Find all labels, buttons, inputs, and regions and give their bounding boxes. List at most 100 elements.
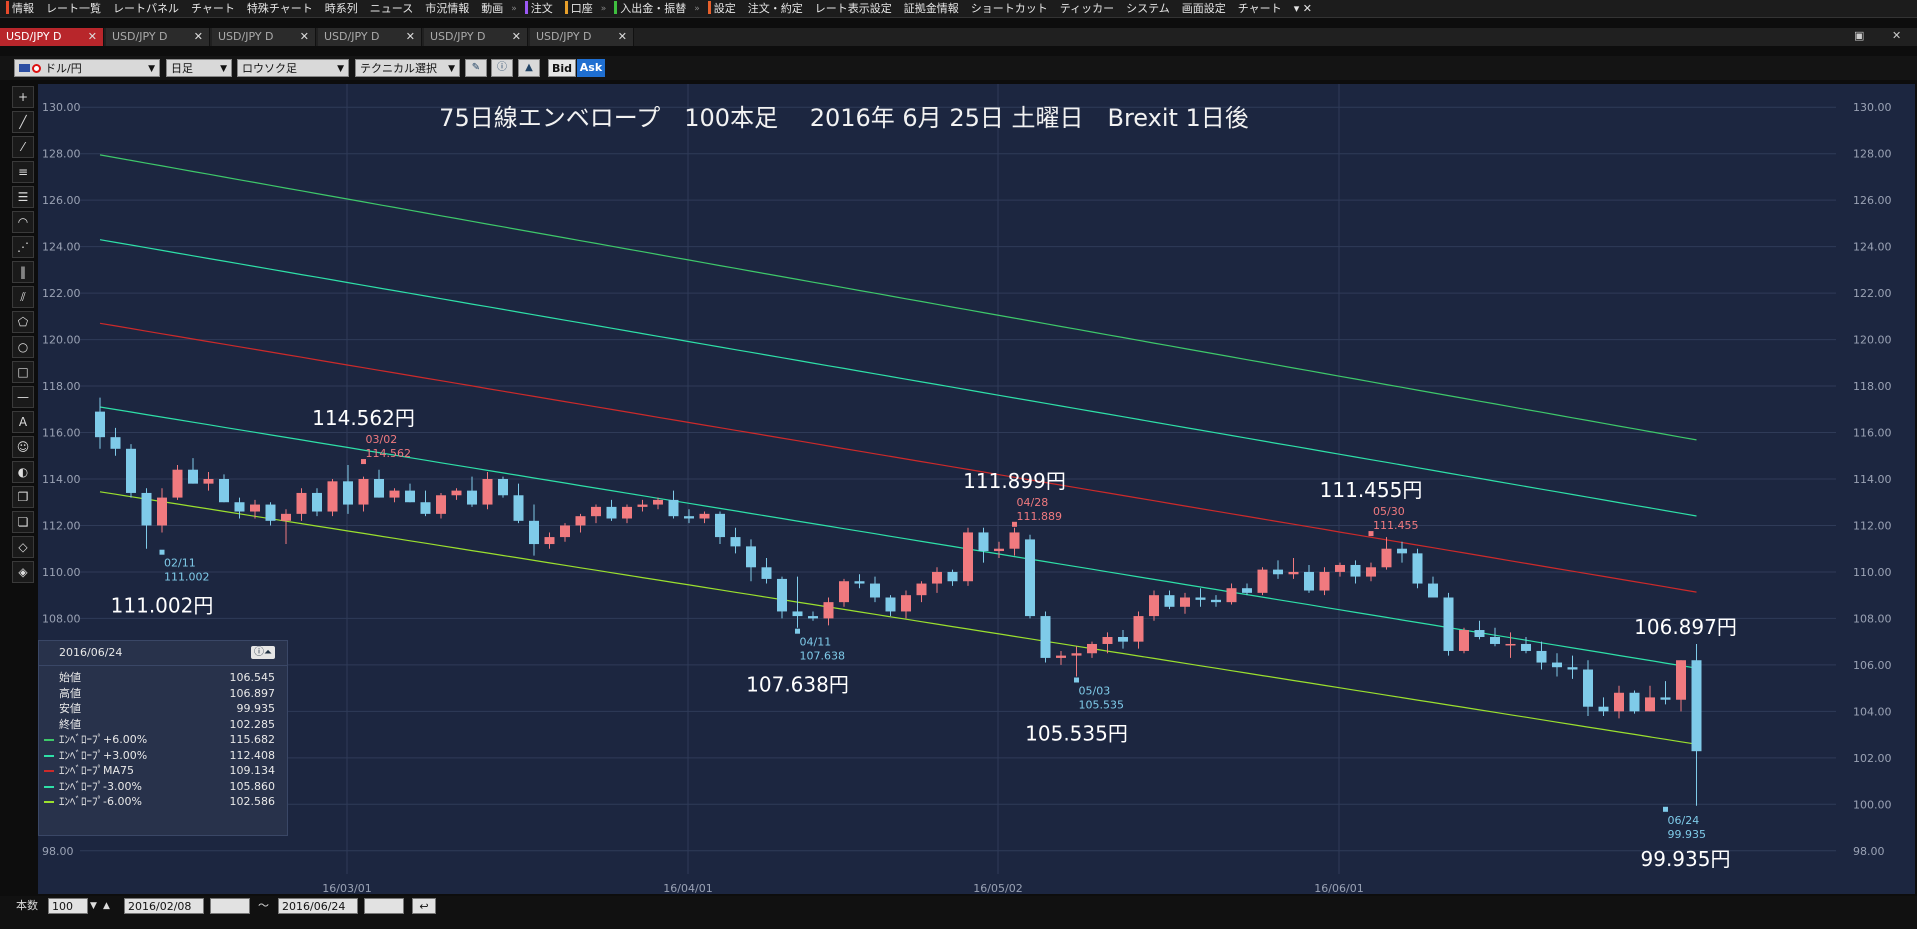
close-tab-icon[interactable]: ✕ [88, 28, 97, 46]
y-tick-label-left: 116.00 [42, 427, 81, 440]
menu-item[interactable]: 注文 [519, 0, 559, 17]
arc-icon[interactable]: ◠ [12, 211, 34, 233]
menu-item-label: 動画 [481, 2, 504, 15]
paste-icon[interactable]: ❏ [12, 511, 34, 533]
menu-item-label: 時系列 [324, 2, 358, 15]
from-date-input[interactable]: 2016/02/08 [124, 898, 204, 914]
menu-item[interactable]: チャート [185, 0, 241, 17]
menu-item[interactable]: 証拠金情報 [898, 0, 965, 17]
candle-body [157, 497, 167, 526]
candle-body [715, 513, 725, 538]
fibonacci-icon[interactable]: ☰ [12, 186, 34, 208]
rectangle-icon[interactable]: □ [12, 361, 34, 383]
menu-item[interactable]: レート表示設定 [809, 0, 898, 17]
close-window-icon[interactable]: ✕ [1892, 29, 1901, 42]
menu-item[interactable]: レート一覧 [40, 0, 107, 17]
chart-tab[interactable]: USD/JPY D ✕ [530, 28, 634, 46]
count-input[interactable]: 100 [48, 898, 88, 914]
menu-overflow-icon[interactable]: » [599, 4, 609, 14]
menu-extra-icon[interactable]: ▾ ✕ [1288, 0, 1318, 17]
symbol-select[interactable]: ドル/円 ▼ [14, 59, 160, 77]
menu-overflow-icon[interactable]: » [692, 4, 702, 14]
trend-line-icon[interactable]: ╱ [12, 111, 34, 133]
restore-window-icon[interactable]: ▣ [1854, 29, 1864, 42]
menu-item[interactable]: ニュース [364, 0, 419, 17]
chart-tab[interactable]: USD/JPY D ✕ [212, 28, 316, 46]
series-swatch [44, 739, 54, 741]
menu-item[interactable]: 動画 [475, 0, 509, 17]
menu-item[interactable]: レートパネル [107, 0, 185, 17]
menu-item[interactable]: 画面設定 [1176, 0, 1232, 17]
candle-body [1273, 569, 1283, 575]
chart-tab-label: USD/JPY D [536, 30, 592, 43]
close-tab-icon[interactable]: ✕ [194, 28, 203, 46]
chart-tab[interactable]: USD/JPY D ✕ [318, 28, 422, 46]
ask-button[interactable]: Ask [577, 59, 605, 77]
menu-item[interactable]: 時系列 [319, 0, 364, 17]
candle-body [870, 583, 880, 598]
data-window-label: 始値 [59, 671, 81, 684]
chart-tab[interactable]: USD/JPY D ✕ [106, 28, 210, 46]
count-up-icon[interactable]: ▲ [103, 898, 113, 914]
vertical-lines-icon[interactable]: ‖ [12, 261, 34, 283]
menu-item[interactable]: 情報 [0, 0, 40, 17]
eraser-all-icon[interactable]: ◈ [12, 561, 34, 583]
info-collapse-icon[interactable]: ⓘ⏶ [251, 646, 275, 659]
menu-marker-icon [614, 1, 618, 14]
smiley-icon[interactable]: ☺ [12, 436, 34, 458]
from-time-input[interactable] [210, 898, 250, 914]
candle-body [637, 504, 648, 507]
magnet-icon[interactable]: ◐ [12, 461, 34, 483]
refresh-icon[interactable]: ↩ [412, 898, 436, 914]
to-time-input[interactable] [364, 898, 404, 914]
copy-icon[interactable]: ❐ [12, 486, 34, 508]
horizontal-line-icon[interactable]: — [12, 386, 34, 408]
candle-body [1319, 571, 1330, 591]
horizontal-lines-icon[interactable]: ≡ [12, 161, 34, 183]
channel-icon[interactable]: ⫽ [12, 286, 34, 308]
chart-style-select[interactable]: ロウソク足 ▼ [237, 59, 349, 77]
data-window-value: 102.285 [229, 717, 276, 731]
extreme-value-label: 111.002 [164, 571, 210, 584]
menu-item[interactable]: 市況情報 [419, 0, 475, 17]
candle-body [1025, 539, 1035, 617]
menu-item[interactable]: 入出金・振替 [608, 0, 692, 17]
data-window-label: ｴﾝﾍﾞﾛｰﾌﾟMA75 [59, 764, 135, 777]
candle-body [730, 537, 741, 547]
y-tick-label-left: 128.00 [42, 148, 81, 161]
text-icon[interactable]: A [12, 411, 34, 433]
price-chart[interactable]: 130.00 130.00 128.00 128.00 126.00 126.00 124.… [38, 84, 1915, 894]
chart-tab[interactable]: USD/JPY D ✕ [424, 28, 528, 46]
close-tab-icon[interactable]: ✕ [300, 28, 309, 46]
pen-icon[interactable]: ✎ [465, 59, 487, 77]
technical-select[interactable]: テクニカル選択 ▼ [355, 59, 460, 77]
circle-icon[interactable]: ○ [12, 336, 34, 358]
ray-line-icon[interactable]: ⁄ [12, 136, 34, 158]
menu-item[interactable]: ショートカット [965, 0, 1054, 17]
close-tab-icon[interactable]: ✕ [618, 28, 627, 46]
menu-item[interactable]: ティッカー [1054, 0, 1120, 17]
extreme-date-label: 06/24 [1668, 814, 1700, 827]
menu-item[interactable]: 設定 [702, 0, 742, 17]
pentagon-icon[interactable]: ⬠ [12, 311, 34, 333]
mountain-chart-icon[interactable]: ▲ [518, 59, 540, 77]
close-tab-icon[interactable]: ✕ [512, 28, 521, 46]
menu-overflow-icon[interactable]: » [509, 4, 519, 14]
menu-item[interactable]: チャート [1232, 0, 1288, 17]
bid-button[interactable]: Bid [548, 59, 576, 77]
count-down-icon[interactable]: ▼ [90, 898, 100, 914]
menu-item[interactable]: 口座 [559, 0, 599, 17]
eraser-icon[interactable]: ◇ [12, 536, 34, 558]
chart-tab[interactable]: USD/JPY D ✕ [0, 28, 104, 46]
info-icon[interactable]: ⓘ [491, 59, 513, 77]
menu-item[interactable]: 注文・約定 [742, 0, 809, 17]
crosshair-icon[interactable]: + [12, 86, 34, 108]
period-select[interactable]: 日足 ▼ [166, 59, 232, 77]
candle-body [1288, 571, 1299, 575]
fan-icon[interactable]: ⋰ [12, 236, 34, 258]
data-window-row: 終値 102.285 [39, 717, 287, 733]
menu-item[interactable]: システム [1120, 0, 1176, 17]
close-tab-icon[interactable]: ✕ [406, 28, 415, 46]
to-date-input[interactable]: 2016/06/24 [278, 898, 358, 914]
menu-item[interactable]: 特殊チャート [241, 0, 319, 17]
